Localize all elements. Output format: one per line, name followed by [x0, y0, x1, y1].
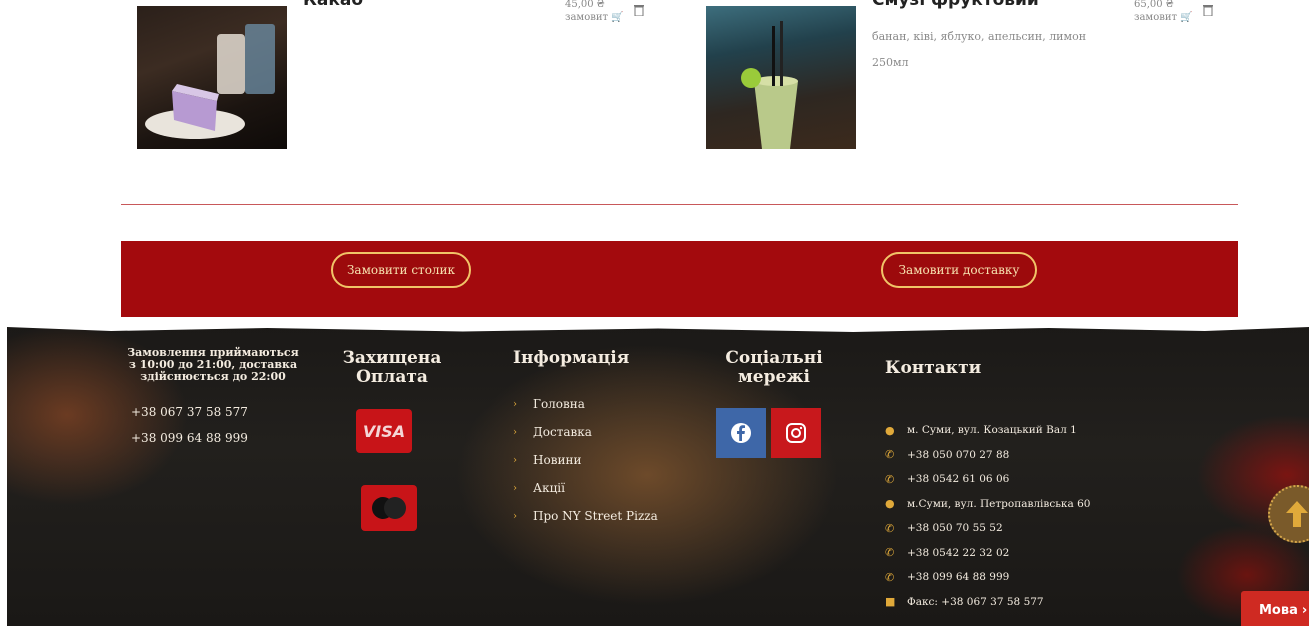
phone-icon: ✆: [885, 448, 895, 462]
info-link-about[interactable]: › Про NY Street Pizza: [513, 502, 693, 530]
info-link-home[interactable]: › Головна: [513, 390, 693, 418]
payment-title: Захищена Оплата: [342, 348, 442, 387]
chevron-right-icon: ›: [1301, 602, 1308, 618]
product-card-cocoa: Какао 45,00 ₴ замовит 🛒: [137, 0, 652, 150]
fax-icon: ■: [885, 595, 896, 609]
chevron-right-icon: ›: [513, 482, 517, 494]
info-title: Інформація: [513, 348, 630, 368]
contact-phone[interactable]: ✆ +38 0542 22 32 02: [885, 541, 1125, 566]
info-link-promotions[interactable]: › Акції: [513, 474, 693, 502]
product-price: 65,00 ₴ замовит 🛒: [1134, 0, 1194, 24]
info-link-label: Доставка: [533, 425, 592, 439]
phone-icon: ✆: [885, 546, 895, 560]
contact-text: м. Суми, вул. Козацький Вал 1: [907, 424, 1077, 437]
info-link-delivery[interactable]: › Доставка: [513, 418, 693, 446]
contact-text: м.Суми, вул. Петропавлівська 60: [907, 497, 1091, 510]
mastercard-icon: [361, 485, 417, 531]
info-link-label: Головна: [533, 397, 585, 411]
order-link[interactable]: замовит: [1134, 12, 1177, 23]
contact-text: +38 050 70 55 52: [907, 522, 1003, 535]
section-divider: [121, 204, 1238, 205]
product-ingredients: банан, ківі, яблуко, апельсин, лимон: [872, 30, 1087, 43]
product-description: банан, ківі, яблуко, апельсин, лимон 250…: [872, 24, 1086, 76]
footer-info-column: Інформація › Головна › Доставка › Новини › А…: [513, 349, 693, 530]
footer: Замовлення приймаються з 10:00 до 21:00,…: [7, 325, 1309, 629]
product-price-value: 65,00 ₴: [1134, 0, 1174, 10]
contact-text: +38 0542 22 32 02: [907, 546, 1010, 559]
footer-contacts-column: Контакти ● м. Суми, вул. Козацький Вал 1 …: [885, 359, 1125, 614]
language-button[interactable]: Мова ›: [1241, 591, 1309, 629]
map-pin-icon: ●: [885, 423, 895, 437]
phone-icon: ✆: [885, 521, 895, 535]
footer-payment-column: Захищена Оплата: [337, 349, 447, 387]
contact-phone[interactable]: ✆ +38 050 70 55 52: [885, 516, 1125, 541]
product-name[interactable]: Какао: [303, 0, 363, 10]
contact-text: Факс: +38 067 37 58 577: [907, 595, 1044, 608]
language-label: Мова: [1259, 602, 1298, 618]
product-name[interactable]: Смузі фруктовий: [872, 0, 1039, 10]
opening-hours: Замовлення приймаються з 10:00 до 21:00,…: [127, 346, 299, 383]
footer-hours-column: Замовлення приймаються з 10:00 до 21:00,…: [125, 346, 301, 446]
product-image-smoothie[interactable]: [706, 6, 856, 149]
visa-icon: VISA: [356, 409, 412, 453]
facebook-icon[interactable]: [716, 408, 766, 458]
contact-phone[interactable]: ✆ +38 0542 61 06 06: [885, 467, 1125, 492]
arrow-up-icon: [1286, 501, 1308, 527]
product-image-cocoa[interactable]: [137, 6, 287, 149]
info-link-label: Новини: [533, 453, 582, 467]
footer-social-column: Соціальні мережі: [719, 349, 829, 387]
contact-fax: ■ Факс: +38 067 37 58 577: [885, 590, 1125, 615]
info-link-news[interactable]: › Новини: [513, 446, 693, 474]
chevron-right-icon: ›: [513, 454, 517, 466]
visa-label: VISA: [362, 421, 406, 441]
chevron-right-icon: ›: [513, 398, 517, 410]
product-card-smoothie: Смузі фруктовий банан, ківі, яблуко, апе…: [706, 0, 1221, 150]
contact-phone[interactable]: ✆ +38 099 64 88 999: [885, 565, 1125, 590]
contact-text: +38 0542 61 06 06: [907, 473, 1010, 486]
phone-icon: ✆: [885, 472, 895, 486]
cart-icon: 🛒: [611, 12, 624, 23]
phone-icon: ✆: [885, 570, 895, 584]
chevron-right-icon: ›: [513, 426, 517, 438]
product-price: 45,00 ₴ замовит 🛒: [565, 0, 625, 24]
product-price-value: 45,00 ₴: [565, 0, 605, 10]
page: Какао 45,00 ₴ замовит 🛒 Смузі фруктовий …: [0, 0, 1309, 629]
product-volume: 250мл: [872, 56, 909, 69]
info-link-label: Про NY Street Pizza: [533, 509, 658, 523]
social-title: Соціальні мережі: [725, 348, 823, 387]
contacts-list: ● м. Суми, вул. Козацький Вал 1 ✆ +38 050 …: [885, 418, 1125, 614]
contact-text: +38 099 64 88 999: [907, 571, 1010, 584]
phone-number[interactable]: +38 067 37 58 577: [131, 405, 301, 419]
info-link-label: Акції: [533, 481, 565, 495]
contact-phone[interactable]: ✆ +38 050 070 27 88: [885, 443, 1125, 468]
contact-address: ● м.Суми, вул. Петропавлівська 60: [885, 492, 1125, 517]
chevron-right-icon: ›: [513, 510, 517, 522]
contact-address: ● м. Суми, вул. Козацький Вал 1: [885, 418, 1125, 443]
order-link[interactable]: замовит: [565, 12, 608, 23]
info-links: › Головна › Доставка › Новини › Акції › Про N…: [513, 390, 693, 530]
order-delivery-button[interactable]: Замовити доставку: [881, 252, 1037, 288]
trash-icon[interactable]: [1203, 4, 1213, 19]
cart-icon: 🛒: [1180, 12, 1193, 23]
trash-icon[interactable]: [634, 4, 644, 19]
footer-torn-edge: [7, 325, 1309, 332]
instagram-icon[interactable]: [771, 408, 821, 458]
cta-bar: Замовити столик Замовити доставку: [121, 241, 1238, 317]
phone-number[interactable]: +38 099 64 88 999: [131, 431, 301, 445]
map-pin-icon: ●: [885, 497, 895, 511]
contacts-title: Контакти: [885, 358, 982, 378]
book-table-button[interactable]: Замовити столик: [331, 252, 471, 288]
contact-text: +38 050 070 27 88: [907, 448, 1010, 461]
